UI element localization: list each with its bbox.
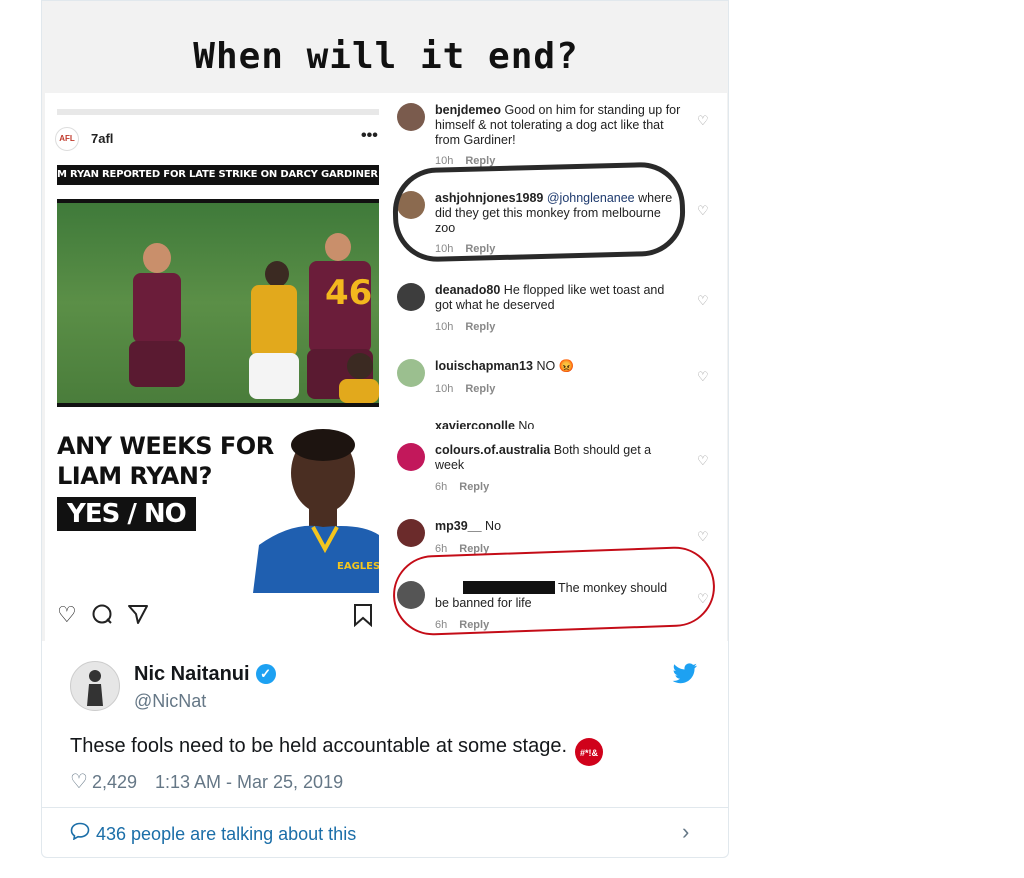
player-portrait: EAGLES xyxy=(253,415,379,593)
heart-icon[interactable]: ♡ xyxy=(697,203,709,219)
embedded-tweet-card: When will it end? AFL 7afl ••• M RYAN RE… xyxy=(41,0,729,858)
comment-username[interactable]: mp39__ xyxy=(435,519,482,533)
jersey-number: 46 xyxy=(325,273,373,313)
commenter-avatar xyxy=(397,359,425,387)
player-body xyxy=(339,379,379,403)
tweet-author-avatar[interactable] xyxy=(70,661,120,711)
comment-body: No xyxy=(518,419,535,429)
twitter-bird-icon[interactable] xyxy=(672,663,698,690)
post-banner: M RYAN REPORTED FOR LATE STRIKE ON DARCY… xyxy=(57,165,379,185)
player-body xyxy=(133,273,181,343)
reply-button[interactable]: Reply xyxy=(459,481,489,493)
tweet-author-name[interactable]: Nic Naitanui ✓ xyxy=(134,663,276,686)
comment-time: 6h xyxy=(435,543,448,555)
chevron-right-icon[interactable]: › xyxy=(682,819,689,845)
tweet-timestamp[interactable]: 1:13 AM - Mar 25, 2019 xyxy=(155,772,343,792)
reply-button[interactable]: Reply xyxy=(465,383,495,395)
post-header: AFL 7afl ••• xyxy=(45,127,385,151)
comment-time: 10h xyxy=(435,383,454,395)
post-username: 7afl xyxy=(91,131,114,146)
reply-button[interactable]: Reply xyxy=(465,321,495,333)
afl-logo-avatar: AFL xyxy=(55,127,79,151)
heart-icon[interactable]: ♡ xyxy=(697,293,709,309)
comment-time: 10h xyxy=(435,321,454,333)
heart-icon[interactable]: ♡ xyxy=(70,771,88,793)
comment-username[interactable]: louischapman13 xyxy=(435,359,533,373)
poll-answer-sticker[interactable]: YES / NO xyxy=(57,497,196,531)
comment-username[interactable]: colours.of.australia xyxy=(435,443,550,457)
comment-username[interactable]: xavierconolle xyxy=(435,419,515,429)
player-head xyxy=(265,261,289,287)
tweet-author-handle[interactable]: @NicNat xyxy=(134,691,206,712)
comment-item-partial: xavierconolle No xyxy=(395,419,725,429)
post-action-bar: ♡ xyxy=(57,603,379,633)
comment-text: xavierconolle No xyxy=(435,419,683,429)
talking-link[interactable]: 436 people are talking about this xyxy=(70,822,356,845)
comment-time: 6h xyxy=(435,481,448,493)
commenter-avatar xyxy=(397,103,425,131)
player-portrait-illustration: EAGLES xyxy=(253,429,379,593)
player-shorts xyxy=(249,353,299,399)
poll-question: ANY WEEKS FOR LIAM RYAN? xyxy=(57,432,274,490)
comment-item: colours.of.australia Both should get a w… xyxy=(395,443,725,493)
tweet-text: These fools need to be held accountable … xyxy=(70,735,604,766)
tweet-body: Nic Naitanui ✓ @NicNat These fools need t… xyxy=(42,641,728,857)
instagram-screenshot: AFL 7afl ••• M RYAN REPORTED FOR LATE ST… xyxy=(45,93,727,641)
player-head xyxy=(347,353,373,379)
player-head xyxy=(143,243,171,273)
story-caption: When will it end? xyxy=(193,36,579,77)
more-options-icon: ••• xyxy=(361,127,378,144)
tweet-meta: ♡ 2,429 1:13 AM - Mar 25, 2019 xyxy=(70,769,343,794)
red-highlight-circle xyxy=(391,545,717,637)
heart-icon[interactable]: ♡ xyxy=(697,113,709,129)
comment-body: No xyxy=(485,519,502,533)
instagram-story-image: When will it end? AFL 7afl ••• M RYAN RE… xyxy=(42,1,728,641)
verified-icon: ✓ xyxy=(255,664,276,684)
angry-emoji-icon: #*!& xyxy=(575,738,604,766)
commenter-avatar xyxy=(397,443,425,471)
heart-icon[interactable]: ♡ xyxy=(697,453,709,469)
comment-meta: 10h Reply xyxy=(435,321,507,333)
commenter-avatar xyxy=(397,283,425,311)
svg-text:EAGLES: EAGLES xyxy=(337,561,379,572)
comment-text: mp39__ No xyxy=(435,519,683,534)
comment-body: NO 😡 xyxy=(536,359,575,373)
comment-icon[interactable] xyxy=(91,603,113,630)
player-body xyxy=(251,285,297,357)
comment-meta: 10h Reply xyxy=(435,383,507,395)
divider xyxy=(42,807,728,808)
comment-username[interactable]: benjdemeo xyxy=(435,103,501,117)
black-highlight-circle xyxy=(391,161,687,263)
heart-icon[interactable]: ♡ xyxy=(697,529,709,545)
comment-username[interactable]: deanado80 xyxy=(435,283,500,297)
like-count[interactable]: 2,429 xyxy=(92,772,137,792)
comment-text: benjdemeo Good on him for standing up fo… xyxy=(435,103,683,148)
post-top-strip xyxy=(57,109,379,115)
match-photo: 46 xyxy=(57,199,379,407)
comment-item: deanado80 He flopped like wet toast and … xyxy=(395,283,725,333)
comment-time: 10h xyxy=(435,155,454,167)
comment-meta: 6h Reply xyxy=(435,481,501,493)
heart-icon[interactable]: ♡ xyxy=(57,603,77,627)
comment-text: colours.of.australia Both should get a w… xyxy=(435,443,683,473)
comment-bubble-icon xyxy=(70,822,90,845)
reply-button[interactable]: Reply xyxy=(465,155,495,167)
heart-icon[interactable]: ♡ xyxy=(697,369,709,385)
author-name-text[interactable]: Nic Naitanui xyxy=(134,663,250,685)
commenter-avatar xyxy=(397,519,425,547)
share-icon[interactable] xyxy=(127,603,149,630)
player-head xyxy=(325,233,351,261)
tweet-text-content: These fools need to be held accountable … xyxy=(70,735,568,757)
comment-item: benjdemeo Good on him for standing up fo… xyxy=(395,103,725,167)
comment-item: louischapman13 NO 😡 10h Reply ♡ xyxy=(395,359,725,399)
player-shorts xyxy=(129,341,185,387)
talking-text[interactable]: 436 people are talking about this xyxy=(96,824,356,844)
comment-text: deanado80 He flopped like wet toast and … xyxy=(435,283,683,313)
comment-text: louischapman13 NO 😡 xyxy=(435,359,683,374)
bookmark-icon[interactable] xyxy=(353,603,373,632)
